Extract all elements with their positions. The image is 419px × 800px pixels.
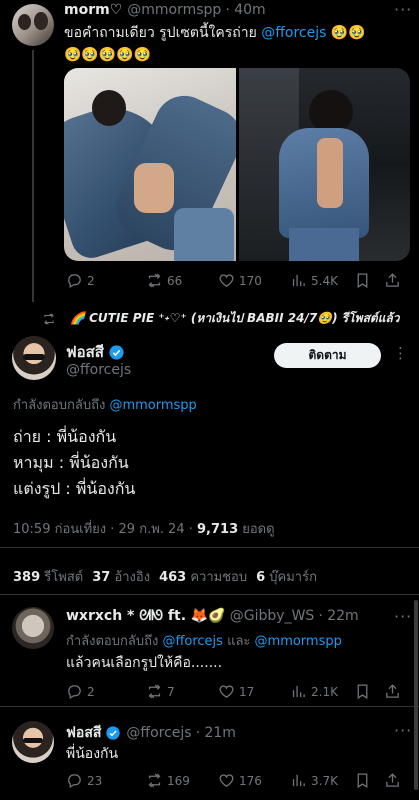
mention-link[interactable]: @mmormspp xyxy=(109,398,196,413)
heart-icon xyxy=(219,774,234,787)
mention-link[interactable]: @fforcejs xyxy=(162,634,223,649)
more-options-icon[interactable]: ··· xyxy=(394,0,412,19)
follow-button[interactable]: ติดตาม xyxy=(274,343,381,368)
retweet-icon xyxy=(44,312,54,325)
repost-count[interactable]: 389 รีโพสต์ xyxy=(13,566,83,587)
tweet-morm[interactable]: morm♡ @mmormspp · 40m ··· ขอคำถามเดียว ร… xyxy=(0,0,419,302)
more-options-icon[interactable]: ··· xyxy=(394,607,412,626)
tweet-text: ขอคำถามเดียว รูปเซตนี้ใครถ่าย @fforcejs … xyxy=(64,25,366,63)
bookmark-icon[interactable] xyxy=(354,272,371,289)
retweet-icon xyxy=(148,273,161,288)
reply-to-line: กำลังตอบกลับถึง @fforcejs และ @mmormspp xyxy=(66,634,342,649)
avatar[interactable] xyxy=(12,4,54,46)
main-tweet: ฟอสสี @fforcejs ติดตาม ⋮ กำลังตอบกลับถึง… xyxy=(0,330,419,590)
retweet-button[interactable]: 7 xyxy=(146,683,218,700)
reply-icon xyxy=(68,274,81,289)
views-button[interactable]: 2.1K xyxy=(290,683,362,700)
views-button[interactable]: 5.4K xyxy=(290,272,362,289)
bookmark-count[interactable]: 6 บุ๊คมาร์ก xyxy=(256,566,317,587)
reply-button[interactable]: 2 xyxy=(66,683,146,700)
reply-tweet-wxrxch[interactable]: wxrxch * ᘛᘚ ft. 🦊🥑 @Gibby_WS · 22m ··· ก… xyxy=(0,595,419,707)
author-handle[interactable]: @fforcejs xyxy=(66,362,131,378)
retweet-button[interactable]: 169 xyxy=(146,772,218,789)
verified-badge-icon xyxy=(106,726,121,740)
more-options-icon[interactable]: ··· xyxy=(394,721,412,740)
retweet-icon xyxy=(148,773,161,788)
tweet-time[interactable]: · 40m xyxy=(225,2,265,18)
bookmark-icon[interactable] xyxy=(354,772,371,789)
views-button[interactable]: 3.7K xyxy=(290,772,362,789)
bookmark-icon[interactable] xyxy=(354,683,371,700)
reply-icon xyxy=(68,685,81,700)
reply-button[interactable]: 2 xyxy=(66,272,146,289)
author-handle[interactable]: @fforcejs xyxy=(126,725,191,741)
tweet-text: ถ่าย : พี่น้องกัน หามุม : พี่น้องกัน แต่… xyxy=(13,427,136,498)
author-name[interactable]: ฟอสสี xyxy=(66,722,101,744)
tweet-text: แล้วคนเลือกรูปให้คือ....... xyxy=(66,655,223,671)
like-button[interactable]: 17 xyxy=(218,683,290,700)
photo-1[interactable] xyxy=(64,68,236,261)
retweet-icon xyxy=(148,684,161,699)
views-chart-icon xyxy=(292,685,305,698)
tweet-timestamp[interactable]: 10:59 ก่อนเที่ยง · 29 ก.พ. 24 · 9,713 ยอ… xyxy=(13,518,275,539)
views-chart-icon xyxy=(292,274,305,287)
author-name[interactable]: morm♡ xyxy=(64,2,122,18)
mention-link[interactable]: @fforcejs xyxy=(261,25,326,41)
engagement-stats: 389 รีโพสต์ 37 อ้างอิง 463 ความชอบ 6 บุ๊… xyxy=(13,566,317,587)
like-count[interactable]: 463 ความชอบ xyxy=(159,566,247,587)
share-icon[interactable] xyxy=(384,272,401,289)
author-name[interactable]: ฟอสสี xyxy=(66,340,104,364)
tweet-time[interactable]: · 21m xyxy=(196,725,236,741)
heart-icon xyxy=(219,685,234,698)
author-handle[interactable]: @Gibby_WS xyxy=(230,608,315,624)
views-chart-icon xyxy=(292,774,305,787)
heart-icon xyxy=(219,274,234,287)
more-options-icon[interactable]: ⋮ xyxy=(393,344,408,362)
retweeted-by-text[interactable]: 🌈 CUTIE PIE ⁺˖♡⁺ (หาเงินไป BABII 24/7🥹) … xyxy=(70,309,400,328)
retweet-context[interactable]: 🌈 CUTIE PIE ⁺˖♡⁺ (หาเงินไป BABII 24/7🥹) … xyxy=(42,309,400,328)
author-handle[interactable]: @mmormspp xyxy=(127,2,221,18)
share-icon[interactable] xyxy=(384,772,401,789)
verified-badge-icon xyxy=(109,344,124,360)
avatar[interactable] xyxy=(12,607,54,649)
photo-grid[interactable] xyxy=(64,68,410,261)
like-button[interactable]: 176 xyxy=(218,772,290,789)
reply-to-line: กำลังตอบกลับถึง @mmormspp xyxy=(13,398,197,413)
reply-icon xyxy=(68,774,81,789)
tweet-text: พี่น้องกัน xyxy=(66,746,119,762)
author-name[interactable]: wxrxch * ᘛᘚ ft. 🦊🥑 xyxy=(66,608,226,624)
retweet-button[interactable]: 66 xyxy=(146,272,218,289)
scrollbar[interactable] xyxy=(414,600,418,790)
share-icon[interactable] xyxy=(384,683,401,700)
reply-tweet-fforcejs[interactable]: ฟอสสี @fforcejs · 21m ··· พี่น้องกัน 23 … xyxy=(0,707,419,800)
quote-count[interactable]: 37 อ้างอิง xyxy=(92,566,150,587)
photo-2[interactable] xyxy=(238,68,410,261)
like-button[interactable]: 170 xyxy=(218,272,290,289)
tweet-time[interactable]: · 22m xyxy=(318,608,358,624)
mention-link[interactable]: @mmormspp xyxy=(255,634,342,649)
reply-button[interactable]: 23 xyxy=(66,772,146,789)
